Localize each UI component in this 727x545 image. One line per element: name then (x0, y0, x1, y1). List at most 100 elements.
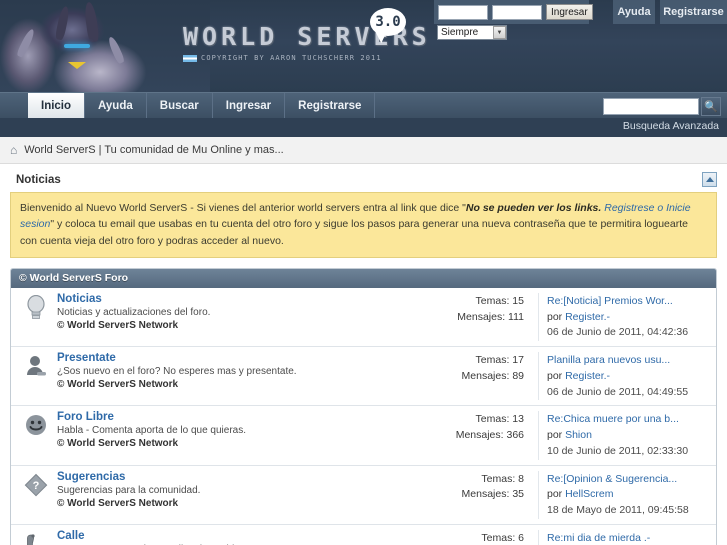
forum-info: Sugerencias Sugerencias para la comunida… (55, 471, 418, 509)
collapse-up-icon[interactable] (702, 172, 717, 187)
search-icon[interactable]: 🔍 (701, 97, 721, 116)
advanced-search-link[interactable]: Busqueda Avanzada (623, 120, 719, 132)
last-post-link[interactable]: Planilla para nuevos usu... (547, 354, 670, 366)
forum-posts-count: Mensajes: 366 (455, 429, 524, 442)
announcement-text-part1: Bienvenido al Nuevo World ServerS - Si v… (20, 202, 466, 214)
forum-description: Sugerencias para la comunidad. (57, 484, 201, 496)
last-post-date: 10 de Junio de 2011, 02:33:30 (547, 444, 689, 457)
last-post-author[interactable]: Register.- (565, 370, 610, 382)
last-post-link[interactable]: Re:[Opinion & Sugerencia... (547, 473, 677, 485)
last-post-by-prefix: por (547, 310, 566, 323)
question-diamond-icon: ? (17, 471, 55, 497)
forum-link[interactable]: Sugerencias (57, 471, 125, 483)
breadcrumb: ⌂ World ServerS | Tu comunidad de Mu Onl… (0, 137, 727, 164)
forum-link[interactable]: Calle (57, 530, 85, 542)
nav-tab-ayuda[interactable]: Ayuda (85, 93, 147, 118)
breadcrumb-text[interactable]: World ServerS | Tu comunidad de Mu Onlin… (24, 144, 283, 156)
table-row[interactable]: Presentate ¿Sos nuevo en el foro? No esp… (11, 347, 716, 407)
table-row[interactable]: Calle Contanos tus anecdotas y dias de t… (11, 524, 716, 545)
forum-last-post: Planilla para nuevos usu... por Register… (538, 352, 710, 401)
login-submit-button[interactable]: Ingresar (546, 4, 593, 20)
last-post-link[interactable]: Re:mi dia de mierda .- (547, 532, 650, 544)
forum-stats: Temas: 6 Mensajes: 32 (418, 530, 538, 545)
remember-session-select[interactable]: Siempre ▼ (437, 25, 507, 40)
announcement-box: Bienvenido al Nuevo World ServerS - Si v… (10, 192, 717, 258)
nav-tab-buscar[interactable]: Buscar (147, 93, 213, 118)
forum-stats: Temas: 13 Mensajes: 366 (418, 411, 538, 444)
last-post-by-prefix: por (547, 488, 566, 501)
table-row[interactable]: ? Sugerencias Sugerencias para la comuni… (11, 465, 716, 525)
forum-info: Presentate ¿Sos nuevo en el foro? No esp… (55, 352, 418, 390)
forum-info: Calle Contanos tus anecdotas y dias de t… (55, 530, 418, 545)
category-title: © World ServerS Foro (11, 268, 716, 288)
artwork-horn (106, 35, 126, 65)
last-post-by-prefix: por (547, 429, 566, 442)
forum-last-post: Re:[Noticia] Premios Wor... por Register… (538, 292, 710, 342)
forum-stats: Temas: 17 Mensajes: 89 (418, 352, 538, 385)
forum-info: Noticias Noticias y actualizaciones del … (55, 293, 418, 331)
last-post-author[interactable]: Shion (565, 429, 592, 441)
nav-tab-inicio[interactable]: Inicio (28, 93, 86, 118)
last-post-by-prefix: por (547, 369, 566, 382)
site-banner: WORLD SERVERS COPYRIGHT BY AARON TUCHSCH… (0, 0, 727, 92)
artwork-horn (54, 5, 71, 41)
last-post-link[interactable]: Re:[Noticia] Premios Wor... (547, 295, 673, 307)
artwork-horn (83, 1, 100, 43)
last-post-date: 06 de Junio de 2011, 04:42:36 (547, 326, 689, 339)
forum-description: Noticias y actualizaciones del foro. (57, 306, 211, 318)
forum-link[interactable]: Noticias (57, 293, 102, 305)
nav-tab-ingresar[interactable]: Ingresar (213, 93, 286, 118)
announcement-bold: No se pueden ver los links. (465, 202, 602, 214)
nav-tab-registrarse[interactable]: Registrarse (285, 93, 376, 118)
forum-info: Foro Libre Habla - Comenta aporta de lo … (55, 411, 418, 449)
category-block: © World ServerS Foro Noticias Noticias y… (10, 267, 717, 545)
password-input[interactable] (492, 4, 542, 20)
forum-stats: Temas: 15 Mensajes: 111 (418, 293, 538, 326)
last-post-author[interactable]: Register.- (565, 311, 610, 323)
table-row[interactable]: Noticias Noticias y actualizaciones del … (11, 287, 716, 348)
artwork-mouth (68, 62, 86, 69)
remember-session-value: Siempre (441, 27, 479, 38)
header-link-registrarse[interactable]: Registrarse (660, 0, 727, 24)
forum-topics-count: Temas: 6 (481, 531, 524, 544)
chevron-down-icon: ▼ (493, 26, 506, 39)
nav-tabs: Inicio Ayuda Buscar Ingresar Registrarse (28, 93, 376, 118)
forum-network: © World ServerS Network (57, 438, 179, 450)
forum-link[interactable]: Presentate (57, 352, 116, 364)
forum-network: © World ServerS Network (57, 497, 179, 509)
svg-text:?: ? (33, 480, 40, 492)
last-post-date: 18 de Mayo de 2011, 09:45:58 (547, 504, 689, 517)
nav-search-area: 🔍 (603, 97, 721, 116)
argentina-flag-icon (183, 54, 197, 62)
forum-network: © World ServerS Network (57, 319, 179, 331)
forum-link[interactable]: Foro Libre (57, 411, 114, 423)
nav-subbar: Busqueda Avanzada (0, 118, 727, 137)
forum-topics-count: Temas: 15 (475, 294, 524, 307)
last-post-date: 06 de Junio de 2011, 04:49:55 (547, 385, 689, 398)
username-input[interactable] (438, 4, 488, 20)
last-post-author[interactable]: HellScrem (565, 488, 613, 500)
home-icon[interactable]: ⌂ (10, 144, 17, 156)
table-row[interactable]: Foro Libre Habla - Comenta aporta de lo … (11, 406, 716, 466)
version-badge: 3.0 (370, 8, 406, 36)
forum-posts-count: Mensajes: 111 (457, 310, 524, 323)
logo-copyright-line: COPYRIGHT BY AARON TUCHSCHERR 2011 (183, 54, 423, 62)
page-title: Noticias (16, 173, 61, 186)
logo-copyright-text: COPYRIGHT BY AARON TUCHSCHERR 2011 (201, 54, 382, 62)
forum-posts-count: Mensajes: 35 (461, 488, 524, 501)
forum-description: ¿Sos nuevo en el foro? No esperes mas y … (57, 366, 297, 378)
forum-topics-count: Temas: 17 (475, 354, 524, 367)
forum-topics-count: Temas: 8 (481, 472, 524, 485)
announcement-text-part2: " y coloca tu email que usabas en tu cue… (20, 218, 688, 247)
search-input[interactable] (603, 98, 699, 115)
main-navigation: Inicio Ayuda Buscar Ingresar Registrarse… (0, 92, 727, 118)
forum-network: © World ServerS Network (57, 379, 179, 391)
forum-topics-count: Temas: 13 (475, 413, 524, 426)
forum-description: Habla - Comenta aporta de lo que quieras… (57, 425, 247, 437)
forum-last-post: Re:Chica muere por una b... por Shion 10… (538, 411, 710, 460)
news-section-header: Noticias (8, 164, 719, 192)
person-icon (17, 352, 55, 380)
header-link-ayuda[interactable]: Ayuda (613, 0, 655, 24)
last-post-link[interactable]: Re:Chica muere por una b... (547, 413, 679, 425)
forum-last-post: Re:[Opinion & Sugerencia... por HellScre… (538, 470, 710, 519)
